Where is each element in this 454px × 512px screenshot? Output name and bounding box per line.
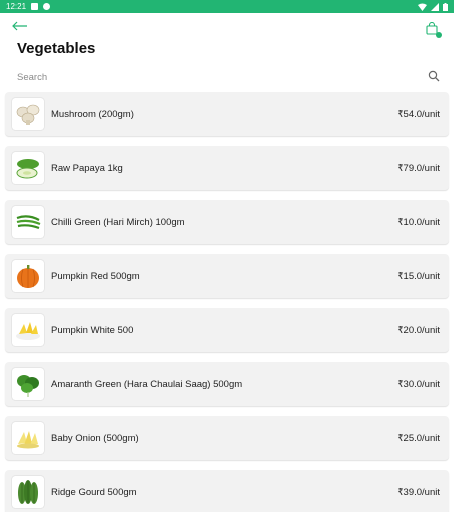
- baby-onion-icon: [17, 431, 39, 449]
- pumpkin-icon: [17, 265, 39, 288]
- product-name: Pumpkin Red 500gm: [51, 270, 140, 282]
- status-bar: 12:21: [0, 0, 454, 13]
- product-thumbnail: [12, 314, 44, 346]
- cart-button[interactable]: [426, 21, 442, 38]
- battery-icon: [443, 2, 448, 11]
- product-thumbnail: [12, 98, 44, 130]
- product-row[interactable]: Baby Onion (500gm) ₹25.0/unit: [5, 416, 449, 460]
- product-thumbnail: [12, 152, 44, 184]
- product-row[interactable]: Pumpkin White 500 ₹20.0/unit: [5, 308, 449, 352]
- product-thumbnail: [12, 260, 44, 292]
- product-thumbnail: [12, 476, 44, 508]
- header: Vegetables: [0, 13, 454, 63]
- product-price: ₹15.0/unit: [397, 270, 441, 282]
- arrow-left-icon: [12, 21, 27, 31]
- search-bar: [0, 64, 454, 92]
- product-price: ₹10.0/unit: [397, 216, 441, 228]
- cart-badge: [436, 32, 442, 38]
- ridge-gourd-icon: [18, 480, 38, 504]
- product-row[interactable]: Amaranth Green (Hara Chaulai Saag) 500gm…: [5, 362, 449, 406]
- product-name: Raw Papaya 1kg: [51, 162, 123, 174]
- product-name: Chilli Green (Hari Mirch) 100gm: [51, 216, 185, 228]
- product-name: Baby Onion (500gm): [51, 432, 139, 444]
- product-price: ₹30.0/unit: [397, 378, 441, 390]
- product-price: ₹25.0/unit: [397, 432, 441, 444]
- amaranth-icon: [17, 375, 39, 397]
- product-price: ₹20.0/unit: [397, 324, 441, 336]
- product-row[interactable]: Chilli Green (Hari Mirch) 100gm ₹10.0/un…: [5, 200, 449, 244]
- product-price: ₹79.0/unit: [397, 162, 441, 174]
- sd-card-icon: [31, 3, 39, 10]
- product-name: Pumpkin White 500: [51, 324, 134, 336]
- product-price: ₹39.0/unit: [397, 486, 441, 498]
- product-name: Ridge Gourd 500gm: [51, 486, 137, 498]
- product-name: Mushroom (200gm): [51, 108, 134, 120]
- signal-icon: [431, 2, 439, 11]
- product-thumbnail: [12, 368, 44, 400]
- back-button[interactable]: [12, 19, 32, 35]
- product-row[interactable]: Raw Papaya 1kg ₹79.0/unit: [5, 146, 449, 190]
- mushroom-icon: [16, 104, 40, 125]
- search-icon[interactable]: [428, 70, 440, 82]
- pumpkin-white-icon: [16, 322, 40, 340]
- product-row[interactable]: Ridge Gourd 500gm ₹39.0/unit: [5, 470, 449, 512]
- product-price: ₹54.0/unit: [397, 108, 441, 120]
- product-row[interactable]: Pumpkin Red 500gm ₹15.0/unit: [5, 254, 449, 298]
- product-row[interactable]: Mushroom (200gm) ₹54.0/unit: [5, 92, 449, 136]
- papaya-icon: [16, 159, 39, 179]
- chilli-icon: [16, 215, 41, 230]
- product-thumbnail: [12, 422, 44, 454]
- product-name: Amaranth Green (Hara Chaulai Saag) 500gm: [51, 378, 243, 390]
- page-title: Vegetables: [17, 40, 96, 57]
- wifi-icon: [418, 3, 427, 11]
- search-input[interactable]: [17, 68, 407, 86]
- notification-icon: [43, 3, 51, 10]
- product-thumbnail: [12, 206, 44, 238]
- status-time: 12:21: [6, 2, 27, 11]
